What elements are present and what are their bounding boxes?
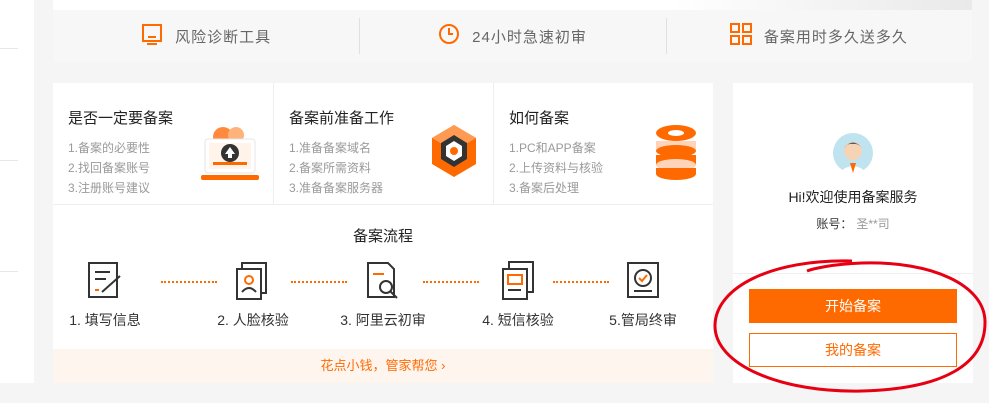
flow-step-label: 1. 填写信息 <box>69 312 141 328</box>
server-stack-icon <box>653 123 699 186</box>
feature-label: 备案用时多久送多久 <box>763 28 908 46</box>
feature-fast-review[interactable]: 24小时急速初审 <box>359 10 665 62</box>
flow-steps: 1. 填写信息 2. 人脸核验 3. 阿里云初审 4. 短信核验 5.管局终审 <box>53 256 713 336</box>
welcome-text: Hi!欢迎使用备案服务 <box>788 189 918 205</box>
filing-guide-card: 是否一定要备案 1.备案的必要性 2.找回备案账号 3.注册账号建议 备案前准备… <box>53 83 713 383</box>
account-label: 账号： <box>816 217 853 231</box>
form-edit-icon <box>86 260 124 302</box>
topic-must-file[interactable]: 是否一定要备案 1.备案的必要性 2.找回备案账号 3.注册账号建议 <box>53 83 273 204</box>
divider <box>0 48 18 49</box>
flow-step: 5.管局终审 <box>583 260 703 330</box>
topic-row: 是否一定要备案 1.备案的必要性 2.找回备案账号 3.注册账号建议 备案前准备… <box>53 83 713 205</box>
top-banner <box>53 0 972 10</box>
feature-label: 风险诊断工具 <box>175 28 272 46</box>
flow-step-label: 2. 人脸核验 <box>217 312 289 328</box>
document-search-icon <box>364 260 402 302</box>
divider <box>733 273 973 274</box>
flow-step-label: 3. 阿里云初审 <box>340 312 426 328</box>
divider <box>0 271 18 272</box>
divider <box>0 160 18 161</box>
monitor-icon <box>141 23 163 50</box>
feature-time-bonus[interactable]: 备案用时多久送多久 <box>665 10 972 62</box>
start-filing-button[interactable]: 开始备案 <box>749 289 957 323</box>
account-value: 圣**司 <box>856 217 890 231</box>
approval-check-icon <box>624 260 662 302</box>
account-line: 账号： 圣**司 <box>733 215 973 232</box>
clock-icon <box>438 23 460 50</box>
feature-strip: 风险诊断工具 24小时急速初审 备案用时多久送多久 <box>53 10 972 62</box>
flow-step: 3. 阿里云初审 <box>323 260 443 330</box>
left-panel-edge <box>0 0 34 383</box>
upload-laptop-icon <box>201 123 259 188</box>
butler-service-link[interactable]: 花点小钱，管家帮您 › <box>53 349 713 383</box>
flow-step-label: 5.管局终审 <box>609 312 677 328</box>
flow-step-label: 4. 短信核验 <box>482 312 554 328</box>
feature-label: 24小时急速初审 <box>472 28 587 46</box>
avatar <box>833 133 873 173</box>
flow-title: 备案流程 <box>352 228 413 245</box>
flow-step: 1. 填写信息 <box>45 260 165 330</box>
my-filings-button[interactable]: 我的备案 <box>749 333 957 367</box>
feature-risk-tool[interactable]: 风险诊断工具 <box>53 10 359 62</box>
flow-step: 4. 短信核验 <box>458 260 578 330</box>
bottom-strip <box>0 403 989 411</box>
sms-verify-icon <box>499 260 537 302</box>
user-panel: Hi!欢迎使用备案服务 账号： 圣**司 开始备案 我的备案 <box>733 83 973 383</box>
topic-how-to-file[interactable]: 如何备案 1.PC和APP备案 2.上传资料与核验 3.备案后处理 <box>493 83 713 204</box>
hexagon-box-icon <box>429 123 479 184</box>
flow-step: 2. 人脸核验 <box>193 260 313 330</box>
face-verify-icon <box>234 260 272 302</box>
grid-icon <box>729 22 752 50</box>
topic-preparation[interactable]: 备案前准备工作 1.准备备案域名 2.备案所需资料 3.准备备案服务器 <box>273 83 493 204</box>
